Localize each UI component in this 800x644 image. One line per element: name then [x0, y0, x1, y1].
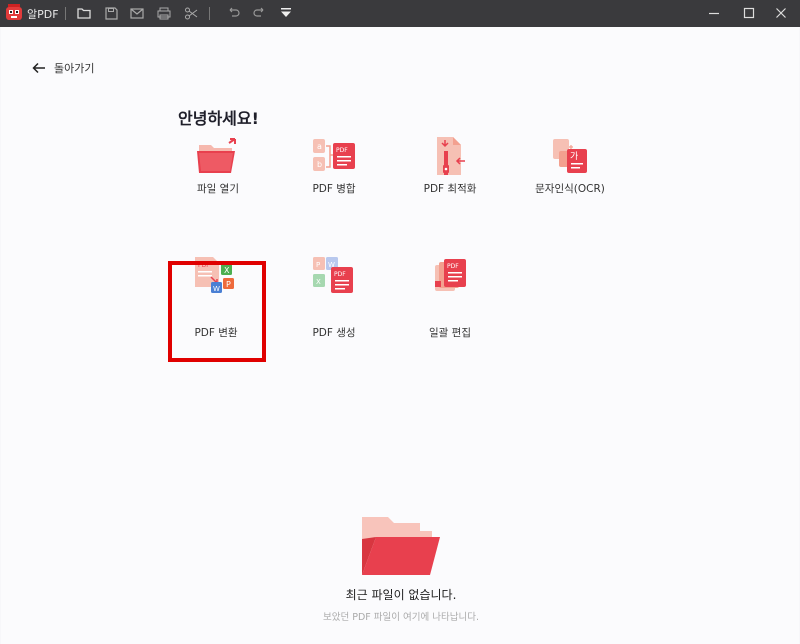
svg-text:b: b: [317, 160, 322, 169]
svg-text:P: P: [316, 261, 320, 269]
svg-text:a: a: [317, 142, 322, 151]
back-button[interactable]: 돌아가기: [32, 60, 94, 76]
back-label: 돌아가기: [54, 62, 95, 75]
toolbar-divider: [65, 7, 66, 20]
optimize-pdf-icon: [437, 137, 465, 175]
tile-batch-edit[interactable]: PDF 일괄 편집: [405, 255, 495, 339]
dropdown-menu-icon[interactable]: [278, 5, 294, 21]
save-icon[interactable]: [103, 5, 119, 21]
create-pdf-icon: P W X PDF: [313, 257, 353, 293]
undo-icon[interactable]: [225, 5, 241, 21]
svg-text:X: X: [316, 278, 321, 286]
greeting-title: 안녕하세요!: [178, 109, 259, 128]
open-folder-icon[interactable]: [76, 5, 92, 21]
scissors-icon[interactable]: [183, 5, 199, 21]
highlight-box: [168, 261, 266, 362]
tile-merge-pdf[interactable]: a b PDF PDF 병합: [289, 137, 379, 207]
empty-recent-title: 최근 파일이 없습니다.: [345, 588, 457, 602]
arrow-left-icon: [32, 62, 45, 74]
print-icon[interactable]: [156, 5, 172, 21]
tile-label: 파일 열기: [197, 183, 239, 195]
home-panel: 돌아가기 안녕하세요! 파일 열기 a b PDF PDF 병합 PDF 최적화…: [1, 27, 799, 644]
ocr-icon: 가: [553, 139, 587, 173]
svg-text:PDF: PDF: [336, 147, 348, 154]
tile-open-file[interactable]: 파일 열기: [173, 137, 263, 207]
open-folder-icon: [197, 138, 236, 173]
empty-folder-icon: [362, 517, 440, 575]
toolbar-divider: [209, 7, 210, 20]
tile-label: PDF 병합: [312, 183, 356, 195]
empty-recent-subtitle: 보았던 PDF 파일이 여기에 나타납니다.: [323, 612, 479, 623]
title-bar: 알PDF: [0, 0, 800, 27]
svg-text:PDF: PDF: [334, 271, 346, 278]
tile-optimize-pdf[interactable]: PDF 최적화: [405, 137, 495, 207]
svg-text:PDF: PDF: [447, 263, 459, 270]
close-icon[interactable]: [772, 4, 790, 22]
mail-icon[interactable]: [129, 5, 145, 21]
tile-label: 일괄 편집: [429, 327, 471, 339]
tile-label: PDF 생성: [312, 327, 356, 339]
tile-label: PDF 최적화: [423, 183, 477, 195]
merge-pdf-icon: a b PDF: [313, 139, 355, 171]
app-logo-icon: [6, 4, 22, 20]
svg-text:가: 가: [570, 151, 578, 162]
maximize-icon[interactable]: [740, 4, 758, 22]
minimize-icon[interactable]: [705, 4, 723, 22]
tile-ocr[interactable]: 가 문자인식(OCR): [525, 137, 615, 207]
tile-label: 문자인식(OCR): [535, 183, 605, 195]
app-title: 알PDF: [27, 8, 59, 21]
batch-edit-icon: PDF: [435, 259, 466, 291]
redo-icon[interactable]: [251, 5, 267, 21]
tile-create-pdf[interactable]: P W X PDF PDF 생성: [289, 255, 379, 339]
